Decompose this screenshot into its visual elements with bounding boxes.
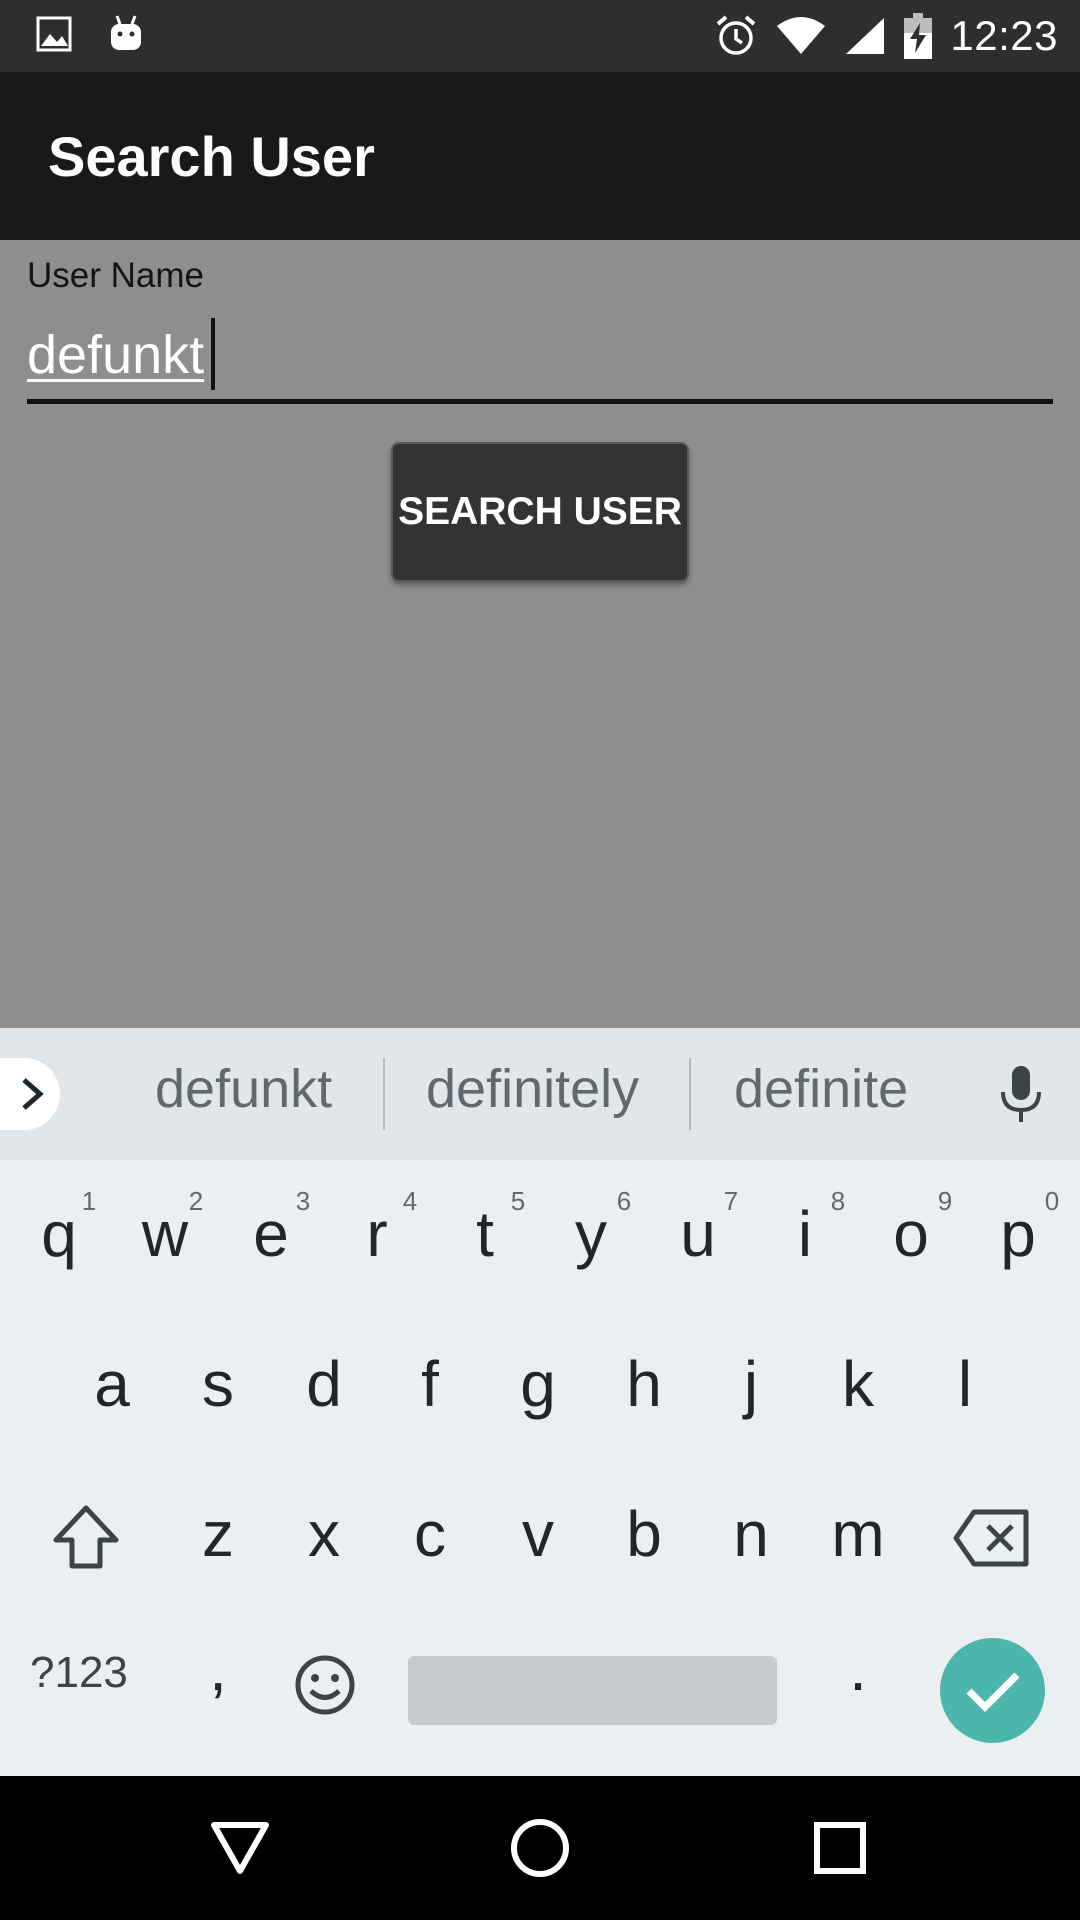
user-name-label: User Name (27, 256, 204, 295)
search-user-button[interactable]: SEARCH USER (391, 442, 689, 582)
key-c[interactable]: c (380, 1494, 480, 1574)
key-m[interactable]: m (808, 1494, 908, 1574)
user-name-input[interactable]: defunkt (27, 314, 1053, 404)
soft-keyboard: defunkt definitely definite q w e r t y … (0, 1028, 1080, 1776)
key-d[interactable]: d (274, 1344, 374, 1424)
key-l[interactable]: l (915, 1344, 1015, 1424)
key-s[interactable]: s (168, 1344, 268, 1424)
navigation-bar (0, 1776, 1080, 1920)
key-b[interactable]: b (594, 1494, 694, 1574)
key-j[interactable]: j (701, 1344, 801, 1424)
key-k[interactable]: k (808, 1344, 908, 1424)
app-bar: Search User (0, 72, 1080, 240)
key-g[interactable]: g (488, 1344, 588, 1424)
user-name-value: defunkt (27, 325, 205, 385)
home-button[interactable] (504, 1812, 576, 1884)
key-hint: 2 (188, 1186, 204, 1216)
status-bar: 12:23 (0, 0, 1080, 72)
android-icon (108, 14, 144, 54)
search-form: User Name defunkt SEARCH USER (0, 240, 1080, 1028)
key-hint: 0 (1044, 1186, 1060, 1216)
microphone-icon[interactable] (998, 1064, 1044, 1129)
key-hint: 1 (81, 1186, 97, 1216)
key-hint: 7 (723, 1186, 739, 1216)
recents-icon (814, 1822, 866, 1874)
home-icon (511, 1819, 569, 1877)
clock-time: 12:23 (950, 12, 1058, 59)
suggestion-strip: defunkt definitely definite (0, 1028, 1080, 1160)
page-title: Search User (48, 125, 375, 188)
emoji-icon (295, 1655, 355, 1715)
recents-button[interactable] (804, 1812, 876, 1884)
key-hint: 5 (510, 1186, 526, 1216)
wifi-icon (776, 16, 826, 56)
key-period[interactable]: . (808, 1628, 908, 1708)
key-x[interactable]: x (274, 1494, 374, 1574)
back-button[interactable] (204, 1812, 276, 1884)
space-bar[interactable] (408, 1656, 777, 1725)
symbols-key[interactable]: ?123 (30, 1648, 128, 1698)
key-hint: 9 (937, 1186, 953, 1216)
suggestion-divider (383, 1058, 385, 1130)
backspace-icon (953, 1509, 1029, 1567)
key-hint: 3 (295, 1186, 311, 1216)
shift-icon (53, 1505, 119, 1569)
emoji-key[interactable] (275, 1654, 375, 1728)
chevron-right-icon (22, 1078, 44, 1110)
back-icon (211, 1822, 269, 1874)
done-key[interactable] (940, 1638, 1045, 1743)
key-hint: 6 (616, 1186, 632, 1216)
key-n[interactable]: n (701, 1494, 801, 1574)
key-comma[interactable]: , (168, 1628, 268, 1708)
text-caret (211, 318, 215, 390)
suggestion-1[interactable]: defunkt (155, 1058, 332, 1120)
battery-charging-icon (904, 13, 933, 59)
key-hint: 8 (830, 1186, 846, 1216)
key-h[interactable]: h (594, 1344, 694, 1424)
expand-suggestions-button[interactable] (0, 1058, 60, 1130)
check-icon (966, 1672, 1019, 1712)
key-f[interactable]: f (380, 1344, 480, 1424)
signal-icon (844, 16, 886, 56)
key-v[interactable]: v (488, 1494, 588, 1574)
shift-key[interactable] (36, 1498, 136, 1578)
image-icon (36, 16, 72, 52)
backspace-key[interactable] (942, 1502, 1042, 1582)
alarm-icon (714, 14, 758, 58)
suggestion-3[interactable]: definite (734, 1058, 908, 1120)
key-hint: 4 (402, 1186, 418, 1216)
suggestion-2[interactable]: definitely (426, 1058, 639, 1120)
key-a[interactable]: a (62, 1344, 162, 1424)
key-z[interactable]: z (168, 1494, 268, 1574)
suggestion-divider (689, 1058, 691, 1130)
